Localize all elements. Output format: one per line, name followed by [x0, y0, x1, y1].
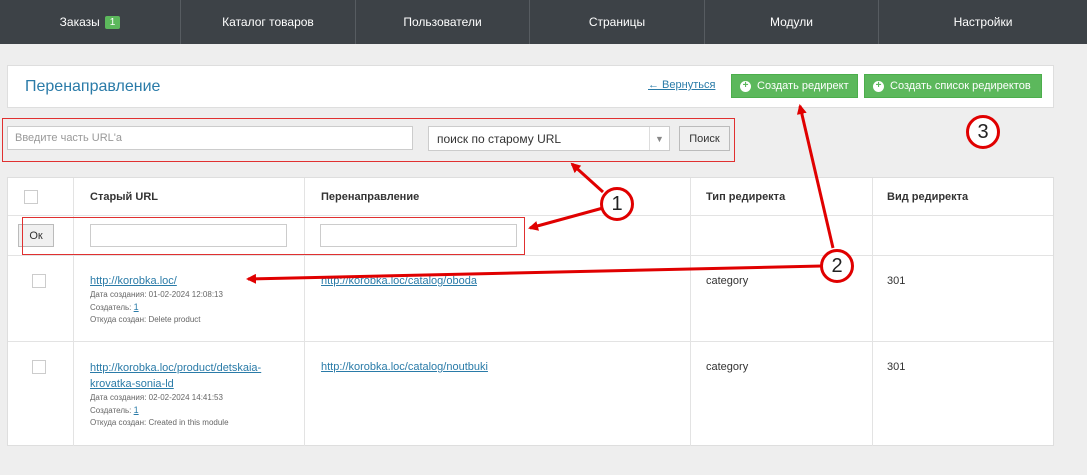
page-header: Перенаправление ← Вернуться + Создать ре…	[7, 65, 1054, 108]
redirect-url-link[interactable]: http://korobka.loc/catalog/oboda	[321, 275, 477, 287]
nav-item-pages[interactable]: Страницы	[530, 0, 705, 44]
nav-item-label: Заказы	[59, 15, 100, 29]
nav-item-users[interactable]: Пользователи	[356, 0, 530, 44]
redirect-type: category	[706, 275, 749, 287]
nav-item-modules[interactable]: Модули	[705, 0, 879, 44]
back-link[interactable]: ← Вернуться	[648, 79, 715, 91]
redirect-url-link[interactable]: http://korobka.loc/catalog/noutbuki	[321, 361, 488, 373]
redirect-kind: 301	[887, 361, 906, 373]
old-url-link[interactable]: http://korobka.loc/product/detskaia- kro…	[90, 360, 290, 392]
plus-circle-icon: +	[740, 80, 751, 92]
old-url-part: http://korobka.loc/product/detskaia-	[90, 362, 262, 374]
column-divider	[690, 178, 691, 446]
nav-item-label: Модули	[770, 15, 813, 29]
column-header-redirect[interactable]: Перенаправление	[321, 191, 419, 203]
orders-count-badge: 1	[104, 15, 121, 29]
origin-info: Откуда создан: Delete product	[90, 315, 201, 324]
row-checkbox[interactable]	[32, 274, 46, 288]
redirect-kind: 301	[887, 275, 906, 287]
nav-item-settings[interactable]: Настройки	[879, 0, 1087, 44]
annotation-marker-3: 3	[966, 115, 1000, 149]
create-redirect-button[interactable]: + Создать редирект	[731, 74, 858, 98]
column-header-old-url[interactable]: Старый URL	[90, 191, 158, 203]
create-redirect-list-label: Создать список редиректов	[890, 80, 1031, 92]
origin-info: Откуда создан: Created in this module	[90, 418, 229, 427]
creator-label: Создатель:	[90, 406, 132, 415]
created-date: Дата создания: 02-02-2024 14:41:53	[90, 393, 223, 402]
plus-circle-icon: +	[873, 80, 884, 92]
created-date: Дата создания: 01-02-2024 12:08:13	[90, 290, 223, 299]
page-title: Перенаправление	[25, 78, 161, 95]
annotation-box-search	[2, 118, 735, 162]
column-header-type[interactable]: Тип редиректа	[706, 191, 785, 203]
top-navigation: Заказы 1 Каталог товаров Пользователи Ст…	[0, 0, 1087, 44]
nav-item-label: Настройки	[953, 15, 1013, 29]
creator-label: Создатель:	[90, 303, 132, 312]
creator-info: Создатель: 1	[90, 301, 223, 314]
old-url-link[interactable]: http://korobka.loc/	[90, 275, 223, 287]
creator-link[interactable]: 1	[134, 302, 139, 312]
row-divider	[8, 341, 1053, 342]
nav-item-label: Страницы	[588, 15, 646, 29]
annotation-box-filters	[22, 217, 525, 255]
creator-info: Создатель: 1	[90, 404, 290, 417]
nav-item-label: Каталог товаров	[222, 15, 314, 29]
creator-link[interactable]: 1	[134, 405, 139, 415]
annotation-marker-1: 1	[600, 187, 634, 221]
create-redirect-list-button[interactable]: + Создать список редиректов	[864, 74, 1042, 98]
row-checkbox[interactable]	[32, 360, 46, 374]
column-divider	[872, 178, 873, 446]
column-header-kind[interactable]: Вид редиректа	[887, 191, 968, 203]
nav-item-catalog[interactable]: Каталог товаров	[181, 0, 356, 44]
select-all-checkbox[interactable]	[24, 190, 38, 204]
annotation-marker-2: 2	[820, 249, 854, 283]
old-url-part: krovatka-sonia-ld	[90, 378, 174, 390]
create-redirect-label: Создать редирект	[757, 80, 849, 92]
redirect-type: category	[706, 361, 749, 373]
row-divider	[8, 215, 1053, 216]
row-divider	[8, 255, 1053, 256]
nav-item-orders[interactable]: Заказы 1	[0, 0, 181, 44]
nav-item-label: Пользователи	[403, 15, 482, 29]
